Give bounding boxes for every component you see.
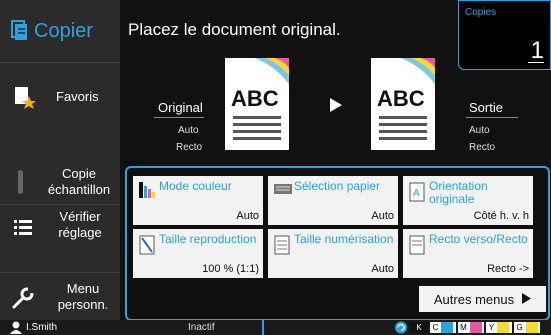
app-title-label: Copier [34, 19, 93, 42]
original-label: Original [158, 100, 203, 115]
original-mode: Auto [178, 125, 199, 136]
duplex-title: Recto verso/Recto [429, 232, 528, 246]
paper-tray-icon [274, 182, 292, 198]
status-bar: I.Smith Inactif K C M Y G [0, 320, 551, 335]
output-label: Sortie [469, 100, 503, 115]
original-orientation-title: Orientation originale [429, 179, 488, 206]
reproduction-size-title: Taille reproduction [159, 232, 257, 246]
orientation-icon: A [409, 182, 425, 202]
output-duplex: Recto [469, 142, 496, 153]
reproduction-size-button[interactable]: Taille reproduction 100 % (1:1) [133, 229, 263, 278]
duplex-icon [409, 235, 425, 255]
sidebar-item-menu-personn[interactable]: Menu personn. [0, 272, 120, 320]
sidebar-item-label: Vérifier réglage [58, 209, 102, 240]
doc-text: ABC [377, 86, 425, 111]
user-name[interactable]: I.Smith [26, 322, 57, 333]
original-document-image: ABC [225, 58, 289, 150]
scan-size-title: Taille numérisation [294, 232, 394, 246]
toner-g: G [514, 322, 540, 333]
copies-value[interactable]: 1 [531, 37, 544, 65]
refresh-icon[interactable] [394, 321, 408, 335]
app-title: Copier [0, 0, 120, 62]
toner-c: C [430, 322, 456, 333]
scan-size-icon [274, 235, 290, 255]
copies-field[interactable]: Copies 1 [458, 0, 551, 70]
sidebar-item-label: Copie échantillon [47, 166, 111, 197]
machine-status: Inactif [188, 322, 215, 333]
paper-select-button[interactable]: Sélection papier Auto [268, 176, 398, 225]
sidebar-item-copie-echantillon[interactable]: Copie échantillon [0, 160, 120, 204]
toner-k: K [410, 322, 428, 333]
more-menus-label: Autres menus [433, 291, 515, 307]
original-orientation-button[interactable]: A Orientation originale Côté h. v. h [403, 176, 533, 225]
toner-y: Y [486, 322, 512, 333]
color-mode-title: Mode couleur [159, 179, 232, 193]
color-mode-icon [139, 182, 155, 198]
duplex-button[interactable]: Recto verso/Recto Recto -> [403, 229, 533, 278]
output-mode: Auto [469, 125, 490, 136]
rainbow-corner-icon [255, 58, 289, 84]
arrow-right-icon [522, 292, 532, 307]
output-document-image: ABC [371, 58, 435, 150]
list-icon [14, 219, 32, 240]
user-icon [10, 321, 22, 335]
wrench-icon [12, 287, 34, 314]
copier-icon [10, 20, 28, 42]
divider [262, 320, 264, 335]
rainbow-corner-icon [401, 58, 435, 84]
color-mode-value: Auto [236, 210, 259, 222]
paper-select-value: Auto [371, 210, 394, 222]
reproduction-size-value: 100 % (1:1) [202, 263, 259, 275]
settings-panel: Mode couleur Auto Sélection papier Auto … [125, 166, 550, 321]
sidebar-item-verifier-reglage[interactable]: Vérifier réglage [0, 204, 120, 248]
original-underline [154, 117, 204, 118]
paper-select-title: Sélection papier [294, 179, 381, 193]
sidebar-item-favoris[interactable]: Favoris [0, 62, 120, 130]
scan-size-value: Auto [371, 263, 394, 275]
zoom-icon [139, 235, 155, 255]
more-menus-button[interactable]: Autres menus [419, 286, 546, 312]
instruction-message: Placez le document original. [128, 20, 341, 39]
sidebar-item-label: Favoris [56, 89, 99, 104]
original-duplex: Recto [176, 142, 203, 153]
original-orientation-value: Côté h. v. h [473, 210, 529, 222]
output-underline [466, 117, 518, 118]
sidebar-item-label: Menu personn. [57, 281, 109, 312]
sample-copy-icon [18, 170, 23, 194]
arrow-right-icon [330, 98, 342, 117]
doc-text: ABC [231, 86, 279, 111]
copies-label: Copies [465, 7, 497, 18]
svg-text:A: A [413, 188, 420, 199]
scan-size-button[interactable]: Taille numérisation Auto [268, 229, 398, 278]
star-icon [12, 85, 36, 114]
copies-underline [528, 62, 544, 63]
toner-m: M [458, 322, 484, 333]
sidebar: Copier Favoris Copie échantillon Vérifie… [0, 0, 120, 320]
color-mode-button[interactable]: Mode couleur Auto [133, 176, 263, 225]
duplex-value: Recto -> [487, 263, 529, 275]
